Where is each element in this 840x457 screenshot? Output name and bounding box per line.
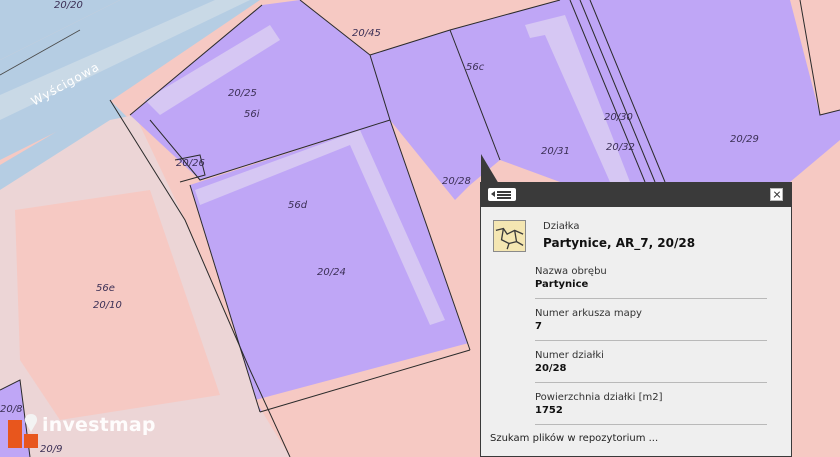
repository-search-status: Szukam plików w repozytorium ...	[490, 433, 659, 444]
field-parcel-area: Powierzchnia działki [m2] 1752	[535, 383, 767, 425]
field-label: Nazwa obrębu	[535, 266, 607, 277]
list-icon	[497, 191, 511, 193]
list-icon-bar	[497, 197, 511, 199]
field-map-sheet-number: Numer arkusza mapy 7	[535, 299, 767, 341]
parcel-label: 20/24	[317, 267, 346, 278]
close-icon[interactable]	[770, 188, 783, 201]
field-label: Numer działki	[535, 350, 604, 361]
parcel-label: 20/30	[604, 112, 633, 123]
list-view-button[interactable]	[488, 188, 516, 201]
parcel-header: Działka Partynice, AR_7, 20/28	[481, 207, 791, 255]
parcel-title: Partynice, AR_7, 20/28	[543, 236, 696, 250]
field-value: 20/28	[535, 363, 567, 374]
parcel-map-icon	[493, 220, 526, 252]
parcel-label: 20/20	[54, 0, 83, 11]
parcel-label: 20/32	[606, 142, 635, 153]
field-precinct-name: Nazwa obrębu Partynice	[535, 255, 767, 299]
parcel-info-popup: Działka Partynice, AR_7, 20/28 Nazwa obr…	[480, 182, 792, 457]
parcel-label: 20/28	[442, 176, 471, 187]
parcel-label: 20/9	[40, 444, 62, 455]
arrow-left-icon	[491, 191, 495, 197]
parcel-label: 56d	[288, 200, 308, 211]
field-parcel-number: Numer działki 20/28	[535, 341, 767, 383]
parcel-label: 20/10	[93, 300, 122, 311]
field-value: 7	[535, 321, 542, 332]
parcel-label: 56e	[96, 283, 115, 294]
watermark-brand: investmap	[42, 414, 156, 436]
parcel-label: 20/29	[730, 134, 759, 145]
popup-pointer	[481, 154, 499, 184]
parcel-label: 20/31	[541, 146, 570, 157]
parcel-label: 20/25	[228, 88, 257, 99]
popup-header	[481, 183, 791, 207]
field-value: 1752	[535, 405, 563, 416]
parcel-label: 56c	[466, 62, 485, 73]
field-label: Powierzchnia działki [m2]	[535, 392, 663, 403]
parcel-label: 56i	[244, 109, 260, 120]
investmap-logo	[8, 414, 38, 448]
feature-type-label: Działka	[543, 221, 580, 232]
field-value: Partynice	[535, 279, 589, 290]
list-icon-bar	[497, 194, 511, 196]
parcel-pink-right-bottom[interactable]	[790, 215, 840, 457]
parcel-label: 20/26	[176, 158, 205, 169]
field-label: Numer arkusza mapy	[535, 308, 642, 319]
parcel-label: 20/45	[352, 28, 381, 39]
parcel-20-29[interactable]	[450, 0, 840, 182]
